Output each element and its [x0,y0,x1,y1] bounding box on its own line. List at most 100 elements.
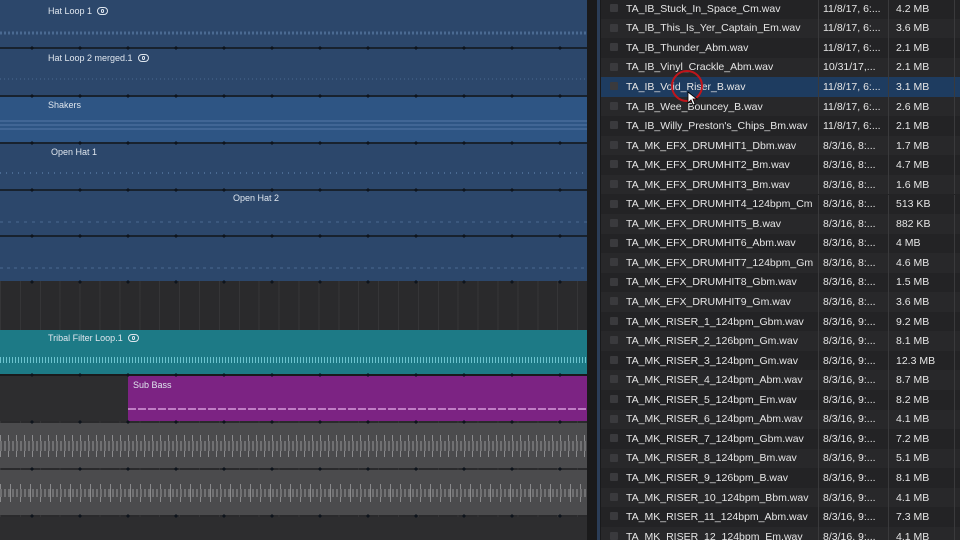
region-label: Hat Loop 2 merged.1 [48,53,133,63]
column-spacer [954,0,960,19]
file-name: TA_MK_RISER_3_124bpm_Gm.wav [626,354,798,367]
audio-file-icon [601,527,626,540]
file-row[interactable]: TA_MK_EFX_DRUMHIT3_Bm.wav 8/3/16, 8:... 1.… [601,174,960,195]
region-open-hat-2[interactable]: Open Hat 2 [0,191,587,235]
file-date: 8/3/16, 8:... [818,135,888,156]
region-open-hat-1[interactable]: Open Hat 1 [0,144,587,189]
file-name: TA_MK_RISER_4_124bpm_Abm.wav [626,374,803,387]
file-row[interactable]: TA_IB_Willy_Preston's_Chips_Bm.wav 11/8/1… [601,116,960,136]
beat-markers [30,280,562,284]
pane-divider[interactable] [587,0,601,540]
column-spacer [954,214,960,234]
file-name: TA_MK_RISER_12_124bpm_Em.wav [626,530,803,540]
audio-file-icon [601,0,626,19]
column-spacer [954,18,960,39]
loop-icon [127,334,139,342]
empty-lane[interactable] [0,281,587,329]
beat-markers [30,188,562,192]
region-gray-2[interactable] [0,470,587,515]
file-name: TA_MK_EFX_DRUMHIT3_Bm.wav [626,178,790,191]
file-row[interactable]: TA_IB_Thunder_Abm.wav 11/8/17, 6:... 2.1 M… [601,38,960,58]
file-row[interactable]: TA_MK_RISER_8_124bpm_Bm.wav 8/3/16, 9:...… [601,448,960,469]
region-tribal-filter-loop[interactable]: Tribal Filter Loop.1 [0,330,587,374]
column-spacer [954,350,960,371]
file-size: 4.6 MB [888,253,954,273]
region-gray-1[interactable] [0,423,587,468]
region-label: Tribal Filter Loop.1 [48,333,123,343]
region-label: Shakers [48,100,82,110]
file-name: TA_MK_RISER_9_126bpm_B.wav [626,471,789,484]
file-row[interactable]: TA_MK_RISER_4_124bpm_Abm.wav 8/3/16, 9:..… [601,370,960,390]
audio-file-icon [601,312,626,332]
waveform [0,31,587,35]
region-shakers[interactable]: Shakers [0,97,587,142]
file-row[interactable]: TA_MK_RISER_9_126bpm_B.wav 8/3/16, 9:... 8… [601,468,960,488]
file-size: 1.6 MB [888,174,954,195]
waveform [128,408,587,410]
file-row[interactable]: TA_MK_EFX_DRUMHIT8_Gbm.wav 8/3/16, 8:... 1… [601,272,960,293]
file-date: 8/3/16, 8:... [818,194,888,215]
waveform [0,357,587,363]
arrange-area[interactable]: Hat Loop 1 Hat Loop 2 merged.1 Shakers O… [0,0,587,540]
file-date: 8/3/16, 8:... [818,155,888,175]
file-row[interactable]: TA_MK_RISER_2_126bpm_Gm.wav 8/3/16, 9:...… [601,331,960,351]
file-name: TA_MK_RISER_1_124bpm_Gbm.wav [626,315,804,328]
file-row[interactable]: TA_MK_RISER_12_124bpm_Em.wav 8/3/16, 9:..… [601,526,960,540]
audio-file-icon [601,214,626,234]
file-size: 8.1 MB [888,468,954,488]
column-spacer [954,409,960,430]
file-row[interactable]: TA_MK_RISER_5_124bpm_Em.wav 8/3/16, 9:...… [601,390,960,410]
region-sub-bass[interactable]: Sub Bass [128,376,587,421]
file-row[interactable]: TA_MK_RISER_3_124bpm_Gm.wav 8/3/16, 9:...… [601,350,960,371]
column-spacer [954,448,960,469]
file-size: 4.1 MB [888,526,954,540]
scrollbar-edge [597,0,600,540]
file-size: 5.1 MB [888,448,954,469]
file-row[interactable]: TA_IB_Wee_Bouncey_B.wav 11/8/17, 6:... 2.6… [601,96,960,117]
file-row[interactable]: TA_MK_EFX_DRUMHIT2_Bm.wav 8/3/16, 8:... 4.… [601,155,960,175]
file-row[interactable]: TA_MK_RISER_6_124bpm_Abm.wav 8/3/16, 9:..… [601,409,960,430]
waveform [0,120,587,130]
file-row[interactable]: TA_IB_This_Is_Yer_Captain_Em.wav 11/8/17,… [601,18,960,39]
file-row[interactable]: TA_MK_EFX_DRUMHIT1_Dbm.wav 8/3/16, 8:... 1… [601,135,960,156]
file-row[interactable]: TA_MK_RISER_10_124bpm_Bbm.wav 8/3/16, 9:.… [601,487,960,508]
file-name: TA_MK_RISER_5_124bpm_Em.wav [626,393,797,406]
file-name: TA_MK_EFX_DRUMHIT6_Abm.wav [626,237,796,250]
file-size: 12.3 MB [888,350,954,371]
empty-lane[interactable] [0,517,587,540]
column-spacer [954,507,960,527]
file-date: 11/8/17, 6:... [818,96,888,117]
file-row[interactable]: TA_MK_EFX_DRUMHIT6_Abm.wav 8/3/16, 8:... 4… [601,233,960,254]
file-row[interactable]: TA_MK_RISER_1_124bpm_Gbm.wav 8/3/16, 9:..… [601,311,960,332]
file-row[interactable]: TA_MK_RISER_11_124bpm_Abm.wav 8/3/16, 9:.… [601,507,960,527]
file-browser[interactable]: TA_IB_Stuck_In_Space_Cm.wav 11/8/17, 6:..… [601,0,960,540]
region-hat-loop-1[interactable]: Hat Loop 1 [0,0,587,48]
file-row[interactable]: TA_MK_EFX_DRUMHIT5_B.wav 8/3/16, 8:... 882… [601,214,960,234]
file-date: 8/3/16, 8:... [818,272,888,293]
audio-file-icon [601,273,626,293]
file-date: 8/3/16, 9:... [818,370,888,390]
file-row[interactable]: TA_IB_Void_Riser_B.wav 11/8/17, 6:... 3.1 … [601,77,960,97]
file-date: 8/3/16, 9:... [818,390,888,410]
file-size: 4 MB [888,233,954,254]
file-row[interactable]: TA_MK_EFX_DRUMHIT4_124bpm_Cm 8/3/16, 8:..… [601,194,960,215]
column-spacer [954,292,960,312]
file-date: 8/3/16, 9:... [818,468,888,488]
file-row[interactable]: TA_IB_Stuck_In_Space_Cm.wav 11/8/17, 6:..… [601,0,960,19]
file-size: 2.1 MB [888,57,954,78]
audio-file-icon [601,370,626,390]
column-spacer [954,116,960,136]
file-row[interactable]: TA_IB_Vinyl_Crackle_Abm.wav 10/31/17,... 2… [601,57,960,78]
file-row[interactable]: TA_MK_EFX_DRUMHIT7_124bpm_Gm 8/3/16, 8:..… [601,253,960,273]
file-date: 11/8/17, 6:... [818,38,888,58]
region-unnamed-blue[interactable] [0,237,587,281]
column-spacer [954,57,960,78]
column-spacer [954,155,960,175]
audio-file-icon [601,175,626,195]
file-date: 11/8/17, 6:... [818,116,888,136]
column-spacer [954,233,960,254]
region-hat-loop-2-merged[interactable]: Hat Loop 2 merged.1 [0,49,587,95]
file-name: TA_MK_RISER_10_124bpm_Bbm.wav [626,491,809,504]
file-row[interactable]: TA_MK_RISER_7_124bpm_Gbm.wav 8/3/16, 9:..… [601,429,960,449]
file-row[interactable]: TA_MK_EFX_DRUMHIT9_Gm.wav 8/3/16, 8:... 3.… [601,292,960,312]
